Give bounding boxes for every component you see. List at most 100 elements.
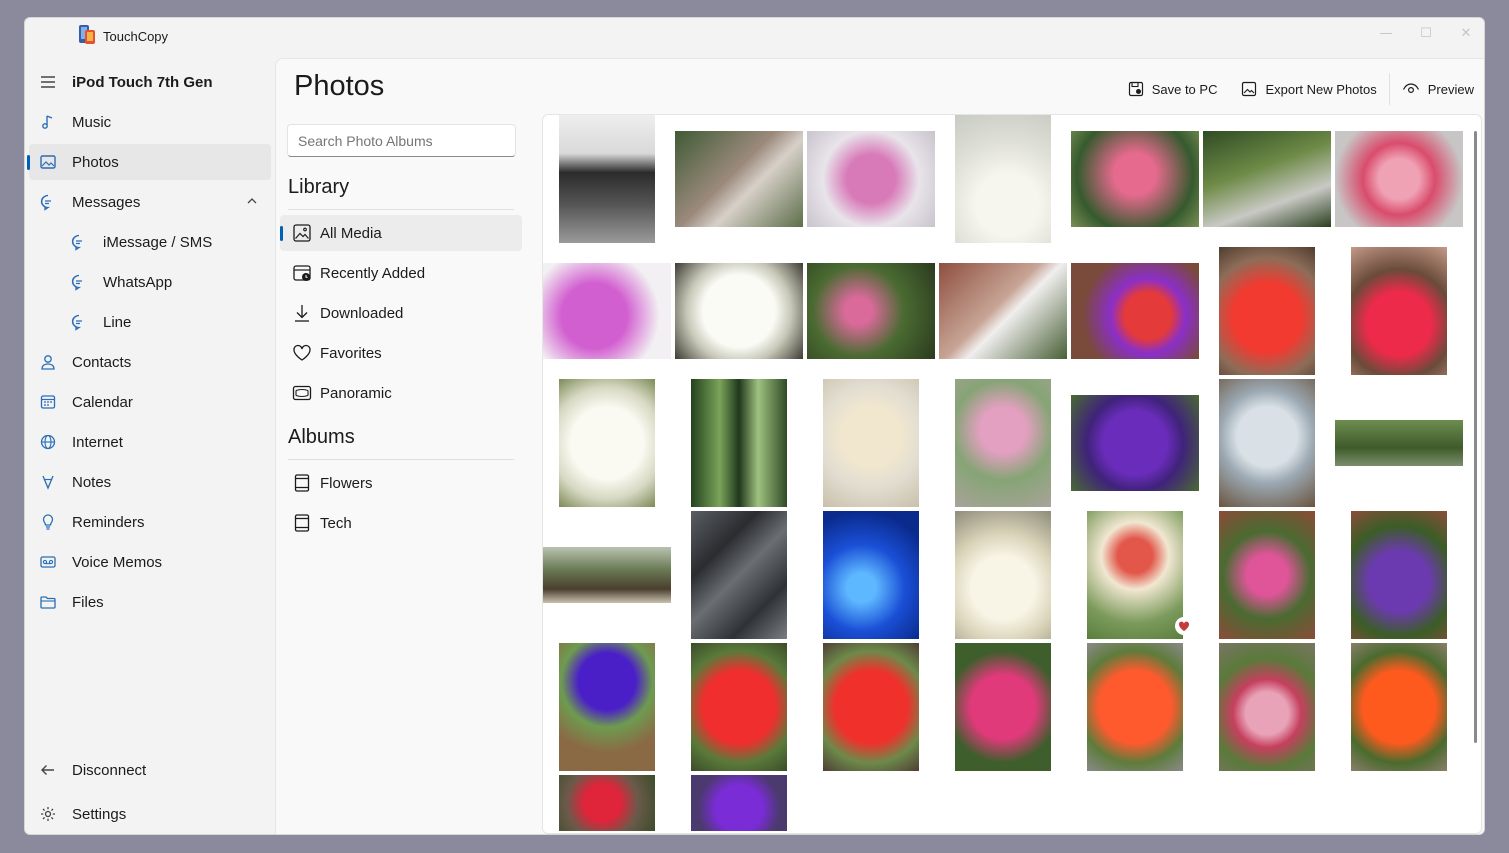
photo-thumbnail[interactable]: [939, 263, 1067, 359]
sidebar-item-label: Internet: [72, 434, 123, 451]
photo-thumbnail[interactable]: [1071, 395, 1199, 491]
sidebar-item-imessage-sms[interactable]: iMessage / SMS: [29, 224, 271, 260]
app-window: TouchCopy — ☐ ✕ iPod Touch 7th Gen Music…: [24, 17, 1485, 835]
image-export-icon: [1242, 81, 1257, 97]
photo-thumbnail[interactable]: [823, 379, 919, 507]
photo-thumbnail[interactable]: [1087, 511, 1183, 639]
hamburger-menu-icon[interactable]: [39, 73, 57, 91]
photo-thumbnail[interactable]: [955, 511, 1051, 639]
photo-thumbnail[interactable]: [675, 263, 803, 359]
album-icon: [294, 474, 310, 492]
sidebar-item-label: Messages: [72, 194, 141, 211]
photo-thumbnail[interactable]: [955, 115, 1051, 243]
photo-thumbnail[interactable]: [955, 643, 1051, 771]
chat-bubble-icon: [71, 234, 82, 251]
library-item-recently-added[interactable]: Recently Added: [280, 255, 522, 291]
search-albums-input[interactable]: [287, 124, 516, 157]
library-item-favorites[interactable]: Favorites: [280, 335, 522, 371]
settings-button[interactable]: Settings: [29, 796, 271, 832]
recent-icon: [293, 265, 311, 281]
photo-thumbnail[interactable]: [1219, 247, 1315, 375]
title-bar: TouchCopy — ☐ ✕: [25, 18, 1484, 58]
sidebar-item-reminders[interactable]: Reminders: [29, 504, 271, 540]
vertical-scrollbar[interactable]: [1474, 131, 1477, 743]
sidebar-item-files[interactable]: Files: [29, 584, 271, 620]
library-item-label: Panoramic: [320, 385, 392, 402]
sidebar-item-label: Notes: [72, 474, 112, 491]
close-button[interactable]: ✕: [1456, 24, 1476, 44]
photo-icon: [40, 155, 56, 169]
sidebar-item-whatsapp[interactable]: WhatsApp: [29, 264, 271, 300]
toolbar: Save to PC Export New Photos Preview: [1116, 73, 1484, 105]
photo-thumbnail[interactable]: [1351, 247, 1447, 375]
sidebar-item-voice-memos[interactable]: Voice Memos: [29, 544, 271, 580]
library-item-all-media[interactable]: All Media: [280, 215, 522, 251]
notes-icon: [42, 475, 54, 490]
photo-thumbnail[interactable]: [807, 263, 935, 359]
photo-thumbnail[interactable]: [1219, 379, 1315, 507]
chevron-up-icon[interactable]: [245, 194, 259, 208]
photo-grid: [542, 114, 1482, 834]
photo-thumbnail[interactable]: [1219, 511, 1315, 639]
photo-thumbnail[interactable]: [691, 511, 787, 639]
library-item-label: Favorites: [320, 345, 382, 362]
photo-thumbnail[interactable]: [807, 131, 935, 227]
folder-icon: [40, 596, 56, 609]
sidebar-item-contacts[interactable]: Contacts: [29, 344, 271, 380]
photo-thumbnail[interactable]: [1071, 263, 1199, 359]
photo-thumbnail[interactable]: [675, 131, 803, 227]
download-icon: [295, 305, 309, 322]
album-panel: Library All Media Recently Added Downloa…: [276, 114, 536, 834]
photo-thumbnail[interactable]: [559, 115, 655, 243]
device-menu-toggle[interactable]: iPod Touch 7th Gen: [29, 64, 271, 100]
sidebar-item-calendar[interactable]: Calendar: [29, 384, 271, 420]
sidebar-item-music[interactable]: Music: [29, 104, 271, 140]
image-icon: [293, 224, 311, 242]
settings-label: Settings: [72, 806, 127, 823]
photo-thumbnail[interactable]: [559, 379, 655, 507]
sidebar-item-label: Music: [72, 114, 112, 131]
library-item-panoramic[interactable]: Panoramic: [280, 375, 522, 411]
save-to-pc-button[interactable]: Save to PC: [1116, 73, 1230, 105]
library-item-downloaded[interactable]: Downloaded: [280, 295, 522, 331]
photo-thumbnail[interactable]: [1087, 643, 1183, 771]
photo-thumbnail[interactable]: [1335, 131, 1463, 227]
preview-button[interactable]: Preview: [1390, 73, 1484, 105]
sidebar-item-internet[interactable]: Internet: [29, 424, 271, 460]
minimize-button[interactable]: —: [1376, 24, 1396, 44]
photo-thumbnail[interactable]: [1351, 511, 1447, 639]
photo-thumbnail[interactable]: [691, 643, 787, 771]
photo-thumbnail[interactable]: [823, 511, 919, 639]
photo-thumbnail[interactable]: [1351, 643, 1447, 771]
photo-thumbnail[interactable]: [1071, 131, 1199, 227]
photo-thumbnail[interactable]: [955, 379, 1051, 507]
album-icon: [294, 514, 310, 532]
sidebar-item-notes[interactable]: Notes: [29, 464, 271, 500]
divider: [288, 209, 514, 210]
album-item-label: Tech: [320, 515, 352, 532]
album-item-tech[interactable]: Tech: [280, 505, 522, 541]
sidebar-item-messages[interactable]: Messages: [29, 184, 271, 220]
maximize-button[interactable]: ☐: [1416, 24, 1436, 44]
photo-thumbnail[interactable]: [1335, 420, 1463, 466]
disconnect-button[interactable]: Disconnect: [29, 752, 271, 788]
photo-thumbnail[interactable]: [1219, 643, 1315, 771]
photo-thumbnail[interactable]: [543, 547, 671, 603]
globe-icon: [40, 434, 56, 450]
photo-thumbnail[interactable]: [559, 775, 655, 831]
chat-bubble-icon: [71, 274, 82, 291]
photo-thumbnail[interactable]: [691, 775, 787, 831]
music-note-icon: [42, 115, 53, 129]
sidebar-item-label: Contacts: [72, 354, 132, 371]
library-item-label: Downloaded: [320, 305, 404, 322]
sidebar-item-photos[interactable]: Photos: [27, 144, 271, 180]
photo-thumbnail[interactable]: [691, 379, 787, 507]
album-item-flowers[interactable]: Flowers: [280, 465, 522, 501]
photo-thumbnail[interactable]: [559, 643, 655, 771]
photo-thumbnail[interactable]: [1203, 131, 1331, 227]
photo-thumbnail[interactable]: [823, 643, 919, 771]
disconnect-label: Disconnect: [72, 762, 147, 779]
photo-thumbnail[interactable]: [543, 263, 671, 359]
export-new-photos-button[interactable]: Export New Photos: [1229, 73, 1388, 105]
sidebar-item-line[interactable]: Line: [29, 304, 271, 340]
